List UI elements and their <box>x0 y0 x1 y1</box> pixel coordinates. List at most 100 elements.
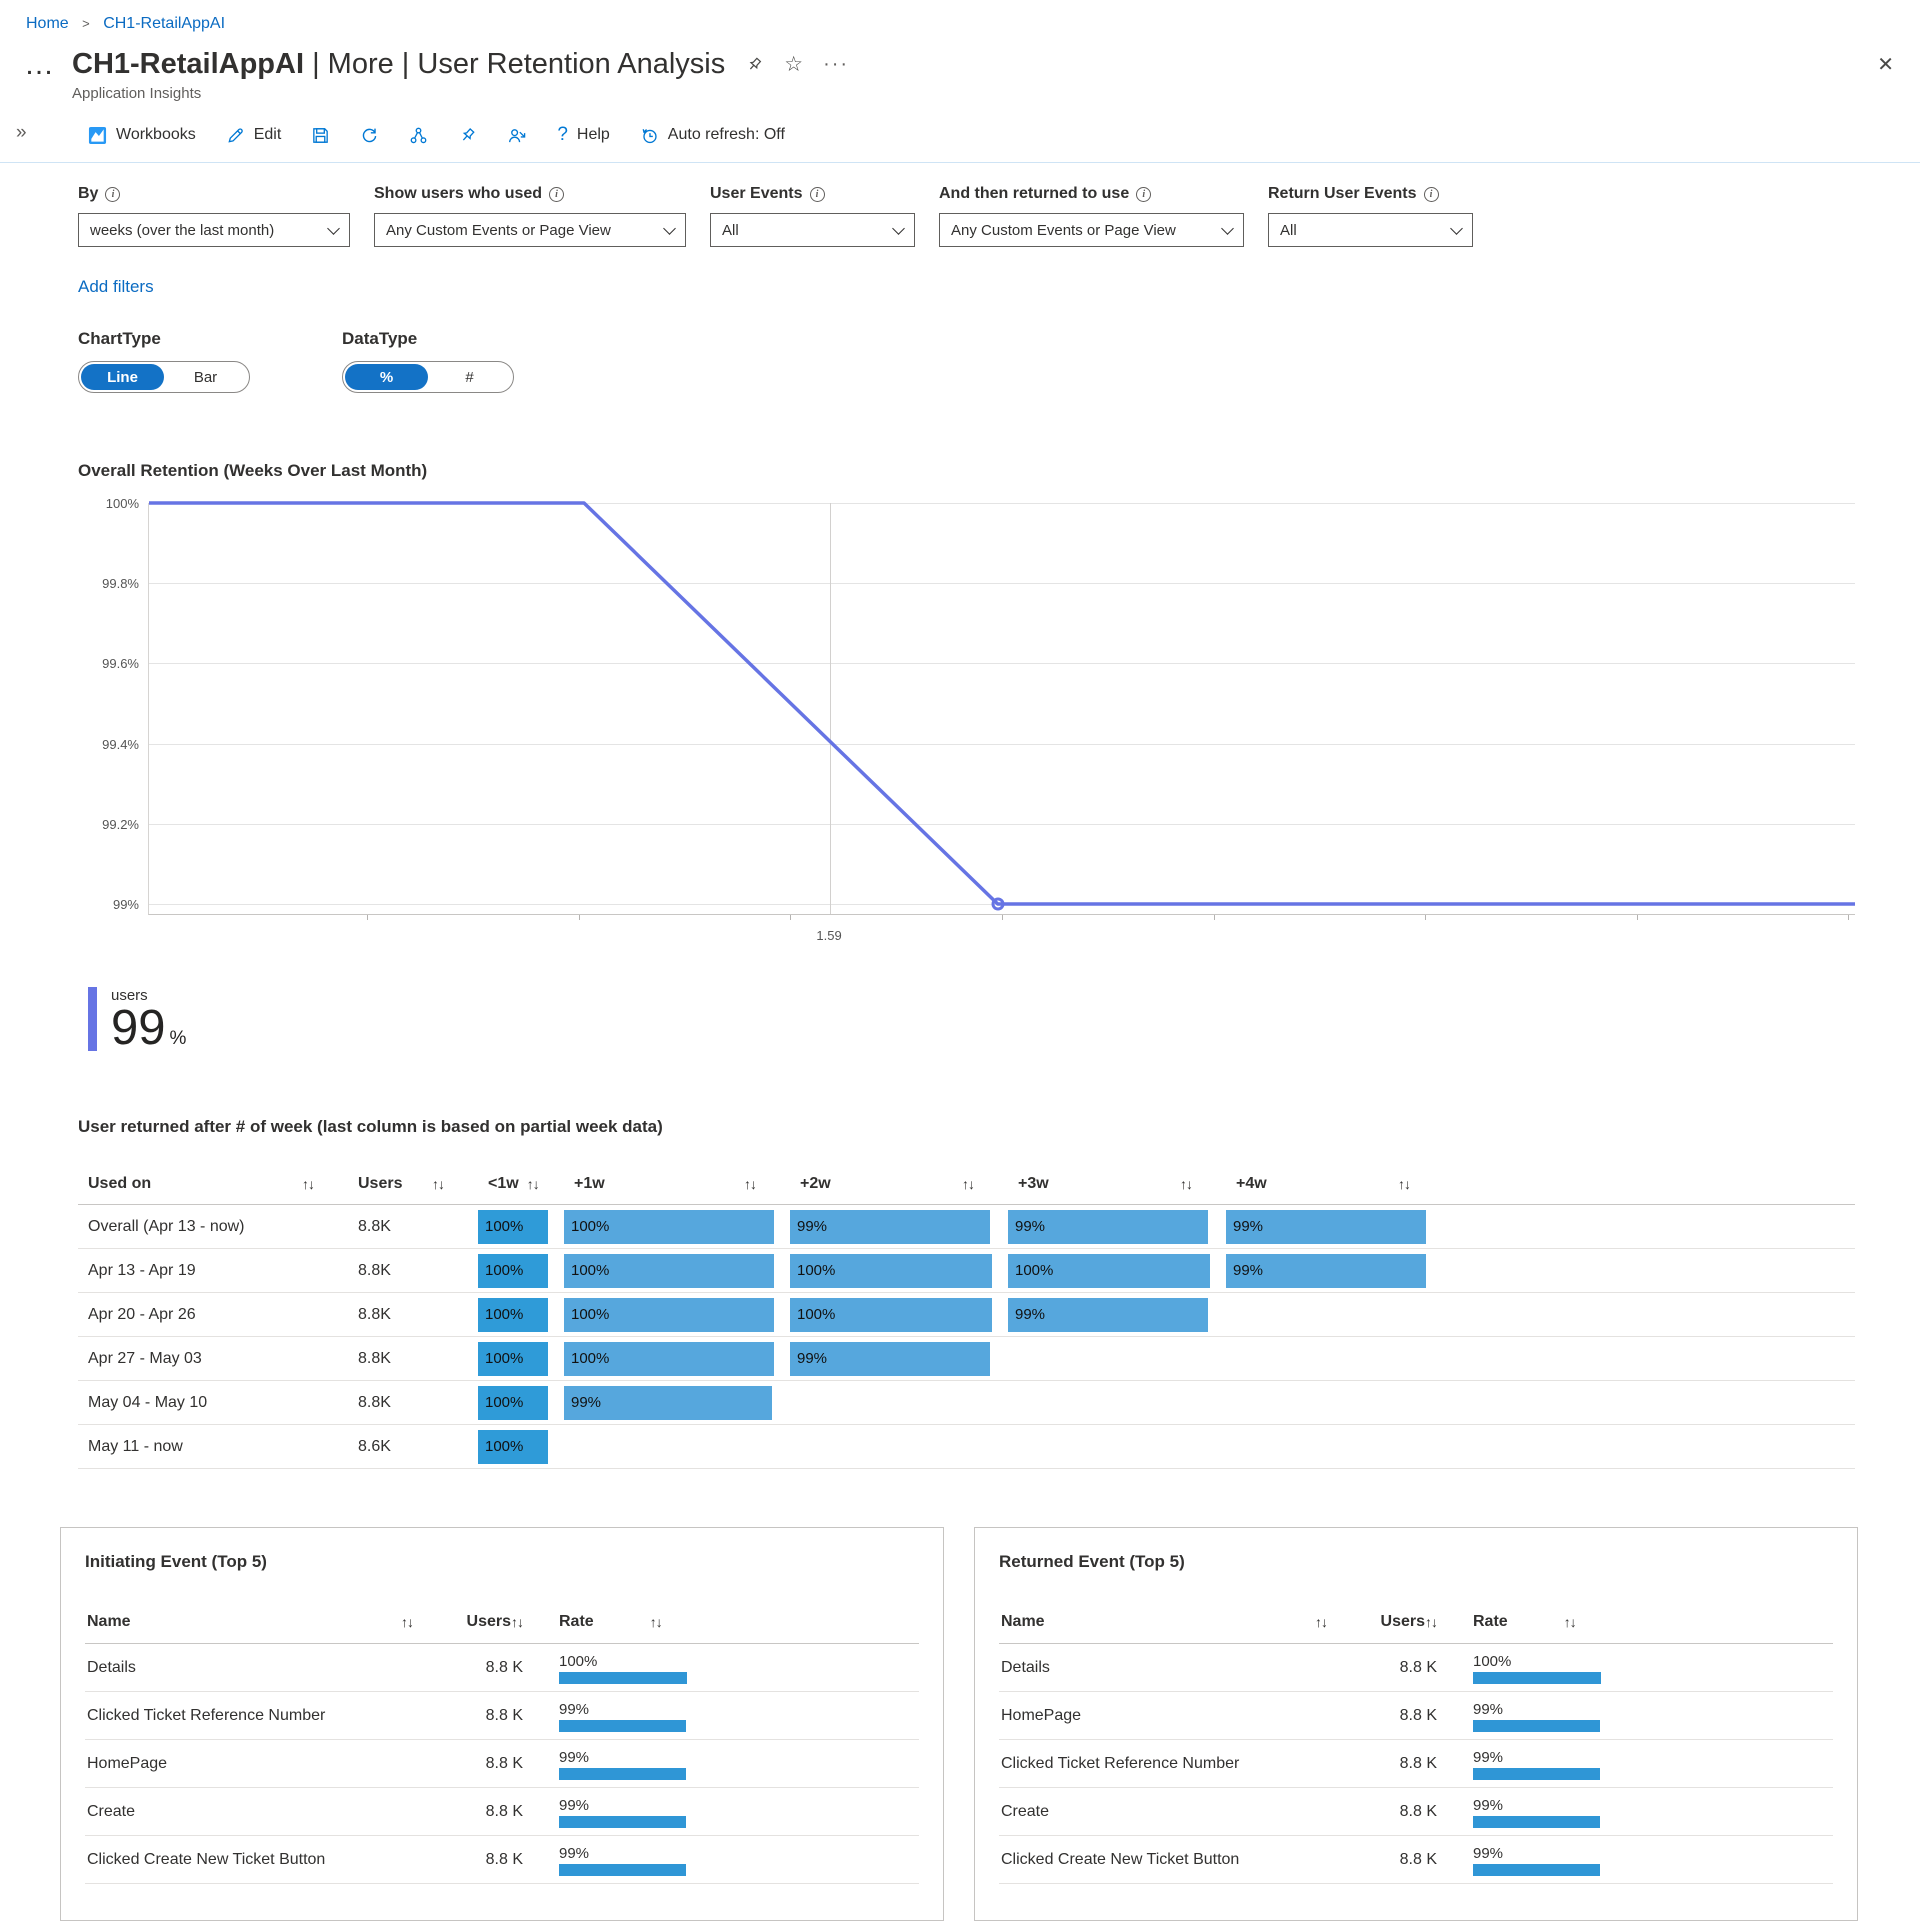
sort-icon[interactable]: ↑↓ <box>511 1614 523 1630</box>
sort-icon[interactable]: ↑↓ <box>650 1614 662 1630</box>
list-item[interactable]: Create8.8 K99% <box>999 1788 1833 1836</box>
week-cell: 99% <box>1226 1205 1444 1248</box>
filter-by-label: Byi <box>78 185 350 203</box>
legend-unit: % <box>170 1028 187 1049</box>
rate-value: 99% <box>559 1701 919 1718</box>
add-filters-link[interactable]: Add filters <box>78 277 154 297</box>
x-tick-label: 1.59 <box>816 928 841 943</box>
filter-by-dropdown[interactable]: weeks (over the last month) <box>78 213 350 247</box>
x-axis-tick <box>1637 915 1638 920</box>
column-rate: Rate <box>1473 1613 1508 1631</box>
rate-bar <box>1473 1720 1600 1732</box>
workbooks-button[interactable]: Workbooks <box>88 126 196 145</box>
x-axis-tick <box>367 915 368 920</box>
list-item[interactable]: HomePage8.8 K99% <box>85 1740 919 1788</box>
pin-icon <box>458 126 477 145</box>
datatype-option-percent[interactable]: % <box>345 364 428 390</box>
edit-label: Edit <box>254 126 282 144</box>
dropdown-value: All <box>1280 222 1297 239</box>
table-row[interactable]: Apr 13 - Apr 198.8K100%100%100%100%99% <box>78 1249 1855 1293</box>
pin-icon[interactable] <box>745 55 764 74</box>
table-row[interactable]: May 04 - May 108.8K100%99% <box>78 1381 1855 1425</box>
week-cell <box>1226 1425 1444 1468</box>
list-item[interactable]: Details8.8 K100% <box>999 1644 1833 1692</box>
sort-icon[interactable]: ↑↓ <box>962 1176 974 1192</box>
rate-value: 99% <box>559 1797 919 1814</box>
week-cell <box>564 1425 790 1468</box>
close-icon[interactable]: ✕ <box>1877 52 1894 77</box>
auto-refresh-button[interactable]: Auto refresh: Off <box>640 126 785 145</box>
x-axis-tick <box>1214 915 1215 920</box>
column-plus4w: +4w <box>1236 1175 1267 1193</box>
dropdown-value: Any Custom Events or Page View <box>386 222 611 239</box>
charttype-option-line[interactable]: Line <box>81 364 164 390</box>
users-cell: 8.8K <box>348 1306 478 1324</box>
refresh-button[interactable] <box>360 126 379 145</box>
edit-button[interactable]: Edit <box>226 126 282 145</box>
list-item[interactable]: Details8.8 K100% <box>85 1644 919 1692</box>
sort-icon[interactable]: ↑↓ <box>527 1176 539 1192</box>
pin-to-dashboard-button[interactable] <box>458 126 477 145</box>
week-cell <box>1008 1425 1226 1468</box>
event-users: 8.8 K <box>431 1707 523 1725</box>
list-item[interactable]: HomePage8.8 K99% <box>999 1692 1833 1740</box>
auto-refresh-label: Auto refresh: Off <box>668 126 785 144</box>
chart-title: Overall Retention (Weeks Over Last Month… <box>78 461 1920 481</box>
retention-bar: 99% <box>790 1210 990 1244</box>
workbooks-gallery-icon <box>88 126 107 145</box>
table-row[interactable]: Apr 20 - Apr 268.8K100%100%100%99% <box>78 1293 1855 1337</box>
used-on-cell: Apr 20 - Apr 26 <box>78 1306 348 1324</box>
filter-returned-to-use-dropdown[interactable]: Any Custom Events or Page View <box>939 213 1244 247</box>
event-users: 8.8 K <box>1345 1851 1437 1869</box>
sort-icon[interactable]: ↑↓ <box>432 1176 444 1192</box>
share-button[interactable] <box>409 126 428 145</box>
collapse-panel-icon[interactable]: » <box>16 122 27 144</box>
sort-icon[interactable]: ↑↓ <box>1315 1614 1327 1630</box>
overflow-menu-icon[interactable]: … <box>24 55 72 75</box>
help-button[interactable]: ? Help <box>557 124 609 146</box>
sort-icon[interactable]: ↑↓ <box>1398 1176 1410 1192</box>
column-users: Users <box>1381 1613 1425 1631</box>
sort-icon[interactable]: ↑↓ <box>1564 1614 1576 1630</box>
datatype-option-count[interactable]: # <box>428 364 511 390</box>
list-item[interactable]: Clicked Ticket Reference Number8.8 K 99% <box>85 1692 919 1740</box>
table-row[interactable]: Overall (Apr 13 - now)8.8K100%100%99%99%… <box>78 1205 1855 1249</box>
filter-return-user-events-dropdown[interactable]: All <box>1268 213 1473 247</box>
feedback-button[interactable] <box>507 126 527 145</box>
retention-bar: 100% <box>1008 1254 1210 1288</box>
event-users: 8.8 K <box>431 1803 523 1821</box>
retention-bar: 100% <box>478 1386 548 1420</box>
week-cell <box>1008 1381 1226 1424</box>
retention-line-chart: 100%99.8%99.6%99.4%99.2%99% 1.59 <box>78 497 1855 949</box>
breadcrumb-home-link[interactable]: Home <box>26 15 69 32</box>
more-options-icon[interactable]: ··· <box>823 53 849 76</box>
list-item[interactable]: Clicked Create New Ticket Button8.8 K99% <box>999 1836 1833 1884</box>
week-cell: 100% <box>564 1293 790 1336</box>
week-cell: 100% <box>790 1249 1008 1292</box>
sort-icon[interactable]: ↑↓ <box>401 1614 413 1630</box>
favorite-star-icon[interactable]: ☆ <box>784 52 803 77</box>
event-name: Clicked Ticket Reference Number <box>85 1707 431 1725</box>
save-button[interactable] <box>311 126 330 145</box>
auto-refresh-clock-icon <box>640 126 659 145</box>
charttype-option-bar[interactable]: Bar <box>164 364 247 390</box>
charttype-toggle: Line Bar <box>78 361 250 393</box>
sort-icon[interactable]: ↑↓ <box>744 1176 756 1192</box>
breadcrumb-app-link[interactable]: CH1-RetailAppAI <box>103 15 225 32</box>
list-item[interactable]: Create8.8 K99% <box>85 1788 919 1836</box>
sort-icon[interactable]: ↑↓ <box>302 1176 314 1192</box>
table-row[interactable]: May 11 - now8.6K100% <box>78 1425 1855 1469</box>
event-users: 8.8 K <box>1345 1659 1437 1677</box>
week-cell: 100% <box>478 1425 564 1468</box>
list-item[interactable]: Clicked Ticket Reference Number8.8 K99% <box>999 1740 1833 1788</box>
retention-bar: 100% <box>478 1430 548 1464</box>
sort-icon[interactable]: ↑↓ <box>1180 1176 1192 1192</box>
table-row[interactable]: Apr 27 - May 038.8K100%100%99% <box>78 1337 1855 1381</box>
sort-icon[interactable]: ↑↓ <box>1425 1614 1437 1630</box>
list-item[interactable]: Clicked Create New Ticket Button8.8 K99% <box>85 1836 919 1884</box>
event-users: 8.8 K <box>1345 1707 1437 1725</box>
filter-show-users-dropdown[interactable]: Any Custom Events or Page View <box>374 213 686 247</box>
filter-user-events-dropdown[interactable]: All <box>710 213 915 247</box>
filter-show-users-label: Show users who usedi <box>374 185 686 203</box>
rate-bar <box>559 1768 686 1780</box>
